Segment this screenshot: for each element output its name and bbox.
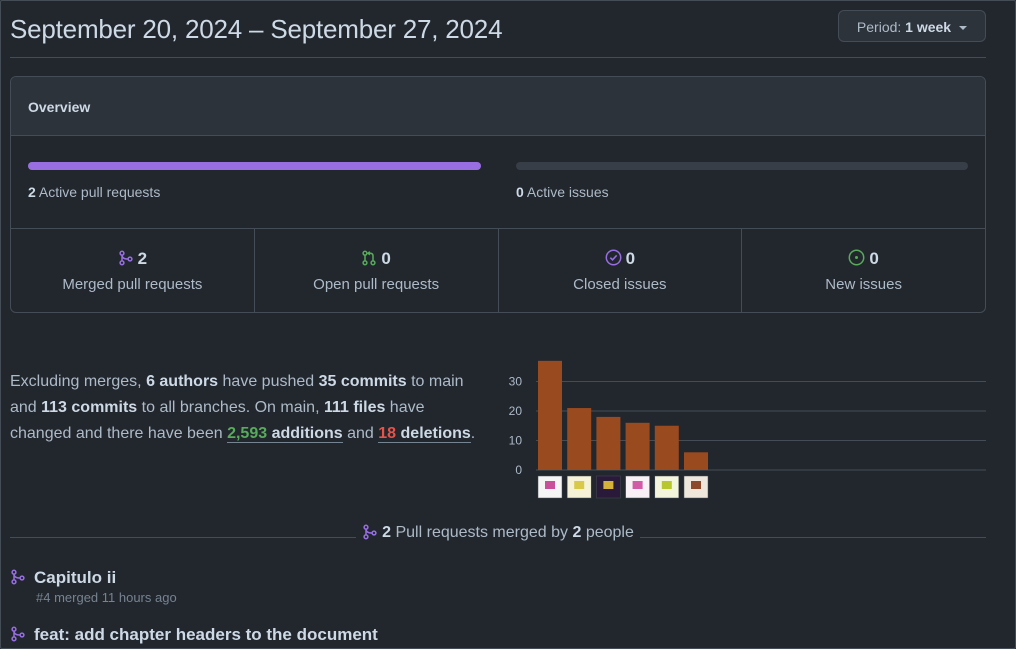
- active-prs-text: Active pull requests: [38, 184, 161, 200]
- overview-stats: 2 Merged pull requests 0 Open pull reque…: [11, 228, 985, 312]
- summary-commits-all: 113 commits: [41, 399, 138, 416]
- chart-y-tick-label: 0: [515, 463, 522, 477]
- chart-bar: [654, 425, 679, 470]
- commit-summary: Excluding merges, 6 authors have pushed …: [10, 369, 480, 447]
- stat-closed-issues-value: 0: [625, 249, 636, 268]
- author-avatar-pattern: [691, 481, 701, 489]
- merged-text-1: Pull requests merged by: [395, 524, 569, 541]
- summary-authors: 6 authors: [146, 373, 219, 390]
- git-merge-icon: [11, 569, 25, 585]
- additions-link[interactable]: 2,593 additions: [227, 425, 343, 443]
- pr-item: feat: add chapter headers to the documen…: [10, 625, 378, 645]
- issue-opened-icon: [848, 249, 865, 266]
- author-avatar-pattern: [632, 481, 643, 489]
- stat-open-prs[interactable]: 0 Open pull requests: [255, 229, 499, 312]
- additions-word: additions: [271, 425, 343, 442]
- stat-closed-issues[interactable]: 0 Closed issues: [499, 229, 743, 312]
- summary-text: to all branches. On main,: [137, 399, 324, 416]
- summary-text: have pushed: [218, 373, 319, 390]
- active-prs-bar[interactable]: [28, 162, 481, 170]
- merged-count: 2: [382, 524, 392, 541]
- stat-open-prs-label: Open pull requests: [313, 276, 440, 293]
- stat-new-issues[interactable]: 0 New issues: [742, 229, 985, 312]
- caret-down-icon: [959, 26, 967, 31]
- active-issues-bar[interactable]: [516, 162, 968, 170]
- deletions-word: deletions: [400, 425, 471, 442]
- active-issues-label[interactable]: 0 Active issues: [516, 184, 609, 200]
- page-header: September 20, 2024 – September 27, 2024 …: [10, 0, 986, 58]
- pr-title-link[interactable]: feat: add chapter headers to the documen…: [34, 625, 378, 644]
- stat-open-prs-value: 0: [381, 249, 391, 268]
- git-merge-icon: [363, 524, 377, 540]
- deletions-count: 18: [378, 425, 397, 442]
- active-issues-count: 0: [516, 184, 524, 200]
- merged-summary: 2 Pull requests merged by 2 people: [0, 524, 996, 542]
- stat-closed-issues-label: Closed issues: [573, 276, 667, 293]
- overview-heading: Overview: [28, 99, 91, 115]
- summary-files: 111 files: [323, 399, 386, 416]
- stat-merged-prs[interactable]: 2 Merged pull requests: [11, 229, 255, 312]
- active-prs-label[interactable]: 2 Active pull requests: [28, 184, 160, 200]
- additions-count: 2,593: [227, 425, 268, 442]
- issue-closed-icon: [605, 249, 622, 266]
- pr-meta: #4 merged 11 hours ago: [36, 590, 177, 605]
- chart-y-tick-label: 20: [509, 404, 523, 418]
- stat-new-issues-value: 0: [869, 249, 879, 268]
- git-merge-icon: [118, 250, 133, 266]
- chart-bar: [596, 416, 621, 470]
- active-prs-count: 2: [28, 184, 36, 200]
- author-avatar-pattern: [661, 481, 672, 489]
- period-dropdown-button[interactable]: Period: 1 week: [837, 10, 986, 42]
- stat-merged-prs-value: 2: [137, 249, 148, 268]
- chart-bar: [625, 422, 650, 470]
- deletions-link[interactable]: 18 deletions: [378, 425, 471, 443]
- stat-merged-prs-label: Merged pull requests: [62, 276, 203, 293]
- author-avatar-pattern: [545, 481, 555, 489]
- chart-y-tick-label: 10: [509, 434, 523, 448]
- summary-text: .: [470, 425, 476, 442]
- chart-bar: [684, 452, 708, 470]
- summary-text: Excluding merges,: [10, 373, 147, 390]
- author-avatar-pattern: [574, 481, 585, 489]
- chart-bar: [538, 360, 562, 470]
- git-merge-icon: [11, 626, 25, 642]
- merged-people-count: 2: [572, 524, 582, 541]
- chart-bar: [567, 408, 592, 470]
- overview-header: Overview: [11, 77, 985, 136]
- chart-y-tick-label: 30: [509, 375, 523, 389]
- page-title: September 20, 2024 – September 27, 2024: [10, 14, 503, 44]
- stat-new-issues-label: New issues: [825, 276, 902, 293]
- active-prs-bar-fill: [28, 162, 481, 170]
- pr-item: Capitulo ii #4 merged 11 hours ago: [10, 568, 177, 605]
- commits-by-author-chart: 0 10 20 30: [509, 360, 986, 499]
- summary-commits-main: 35 commits: [318, 373, 407, 390]
- pr-title-link[interactable]: Capitulo ii: [34, 568, 116, 587]
- merged-text-2: people: [585, 524, 634, 541]
- period-value: 1 week: [905, 19, 952, 35]
- overview-panel: Overview 2 Active pull requests 0 Active…: [10, 76, 986, 313]
- active-issues-text: Active issues: [526, 184, 609, 200]
- period-prefix: Period:: [856, 19, 902, 35]
- summary-text: and: [342, 425, 379, 442]
- git-pull-request-icon: [362, 250, 377, 266]
- author-avatar-pattern: [603, 481, 614, 489]
